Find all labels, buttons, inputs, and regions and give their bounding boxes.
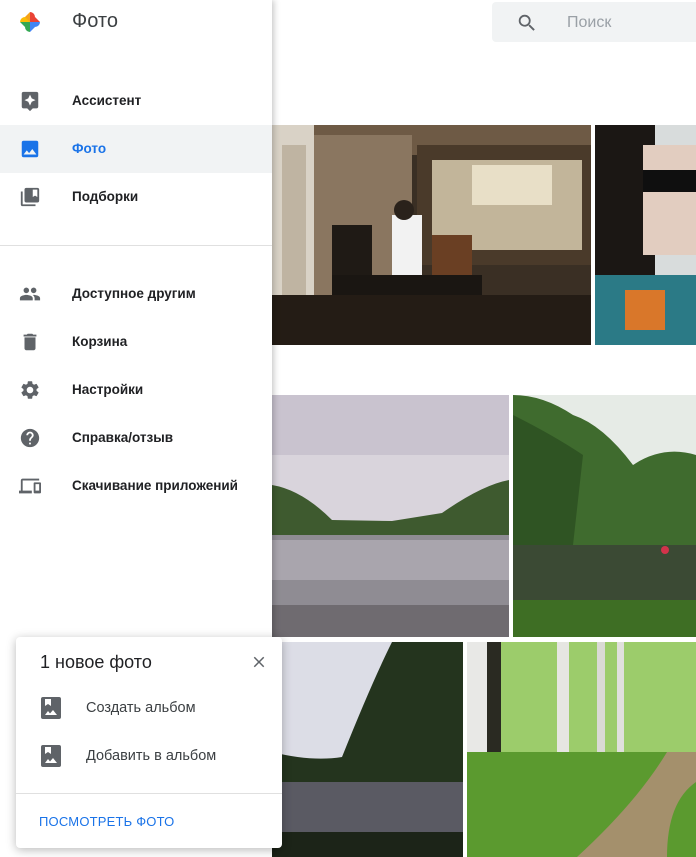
nav-divider — [0, 245, 272, 246]
nav-item-label: Скачивание приложений — [72, 478, 238, 493]
photo-thumbnail[interactable] — [467, 642, 696, 857]
google-photos-logo — [18, 10, 42, 34]
nav-item-label: Справка/отзыв — [72, 430, 174, 445]
photo-thumbnail[interactable] — [513, 395, 696, 637]
nav-item-settings[interactable]: Настройки — [0, 366, 272, 414]
view-photo-link[interactable]: ПОСМОТРЕТЬ ФОТО — [39, 814, 174, 829]
album-add-icon — [41, 745, 61, 767]
nav-item-download-apps[interactable]: Скачивание приложений — [0, 462, 272, 510]
photo-thumbnail[interactable] — [272, 395, 509, 637]
nav-item-assistant[interactable]: Ассистент — [0, 77, 272, 125]
album-add-icon — [41, 697, 61, 719]
nav-item-trash[interactable]: Корзина — [0, 318, 272, 366]
photo-thumbnail[interactable] — [595, 125, 696, 345]
close-icon[interactable] — [250, 653, 268, 671]
nav-item-label: Подборки — [72, 189, 139, 204]
nav-item-photos[interactable]: Фото — [0, 125, 272, 173]
new-photo-card: 1 новое фото Создать альбом Добавить в а… — [16, 637, 282, 848]
nav-item-label: Корзина — [72, 334, 128, 349]
create-album-label: Создать альбом — [86, 700, 196, 716]
search-icon[interactable] — [516, 12, 538, 34]
photo-thumbnail[interactable] — [272, 642, 463, 857]
albums-icon — [19, 186, 41, 208]
help-icon — [19, 427, 41, 449]
nav-item-label: Доступное другим — [72, 286, 196, 301]
nav-item-shared[interactable]: Доступное другим — [0, 270, 272, 318]
card-divider — [16, 793, 282, 794]
nav-item-albums[interactable]: Подборки — [0, 173, 272, 221]
photo-icon — [19, 138, 41, 160]
nav-item-label: Ассистент — [72, 93, 142, 108]
add-to-album-button[interactable]: Добавить в альбом — [16, 735, 282, 779]
add-to-album-label: Добавить в альбом — [86, 748, 217, 764]
devices-icon — [19, 475, 41, 497]
search-input[interactable]: Поиск — [567, 14, 611, 32]
people-icon — [19, 283, 41, 305]
create-album-button[interactable]: Создать альбом — [16, 687, 282, 731]
nav-item-label: Фото — [72, 141, 107, 156]
nav-item-help[interactable]: Справка/отзыв — [0, 414, 272, 462]
nav-item-label: Настройки — [72, 382, 144, 397]
trash-icon — [19, 331, 41, 353]
gear-icon — [19, 379, 41, 401]
app-title: Фото — [72, 10, 118, 32]
card-title: 1 новое фото — [40, 652, 152, 672]
search-bar[interactable]: Поиск — [492, 2, 696, 42]
assistant-icon — [19, 90, 41, 112]
photo-thumbnail[interactable] — [272, 125, 591, 345]
